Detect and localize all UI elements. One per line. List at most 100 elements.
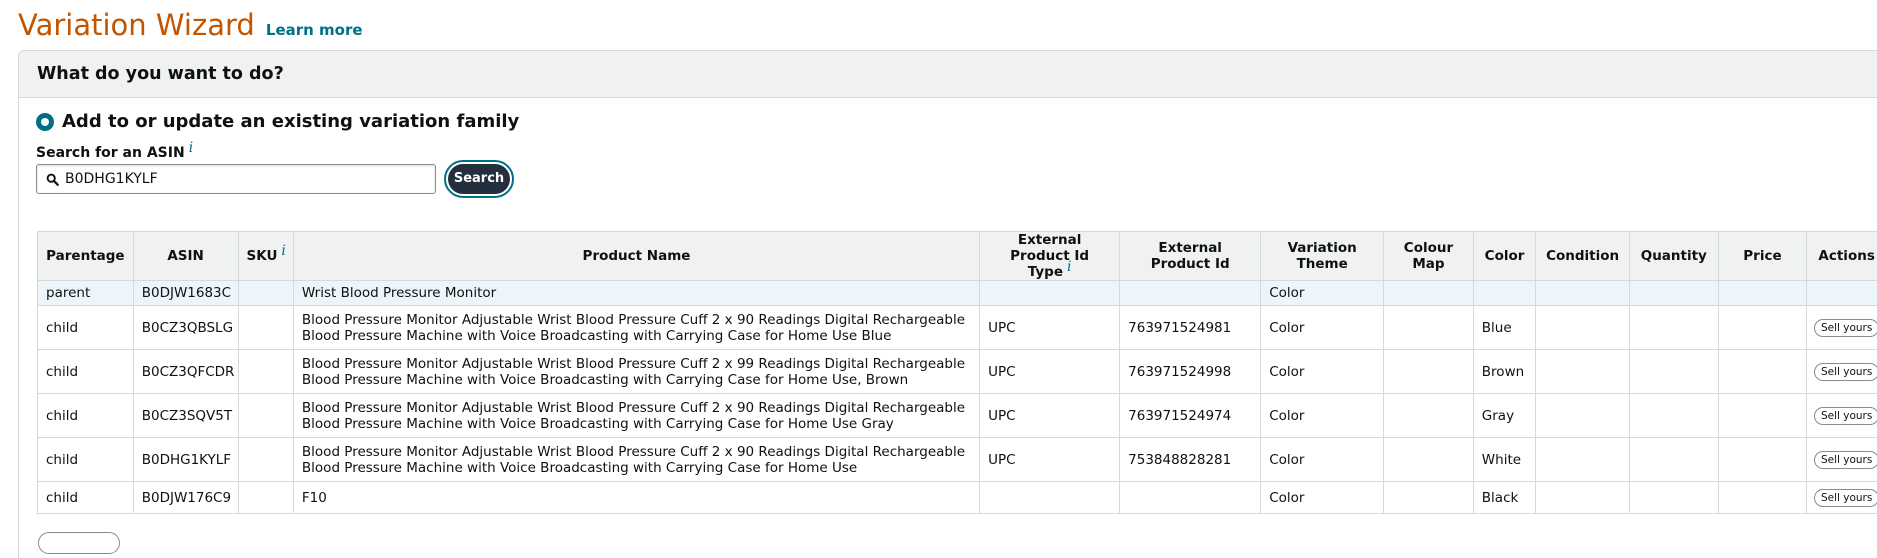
cell-quantity bbox=[1629, 482, 1718, 514]
cell-colour-map bbox=[1384, 281, 1474, 306]
info-icon[interactable]: i bbox=[189, 140, 193, 156]
col-product-name: Product Name bbox=[293, 232, 979, 281]
cell-variation-theme: Color bbox=[1261, 306, 1384, 350]
cell-color: Gray bbox=[1473, 394, 1535, 438]
table-header-row: Parentage ASIN SKUi Product Name Externa… bbox=[38, 232, 1877, 281]
cell-product-name: Wrist Blood Pressure Monitor bbox=[293, 281, 979, 306]
cell-variation-theme: Color bbox=[1261, 438, 1384, 482]
cell-parentage: child bbox=[38, 350, 134, 394]
cell-color: White bbox=[1473, 438, 1535, 482]
cell-external-id-type bbox=[980, 281, 1120, 306]
cell-asin: B0CZ3QBSLG bbox=[133, 306, 238, 350]
external-id-type-info-icon[interactable]: i bbox=[1067, 259, 1071, 275]
cell-price bbox=[1718, 306, 1807, 350]
cell-product-name: Blood Pressure Monitor Adjustable Wrist … bbox=[293, 438, 979, 482]
cell-quantity bbox=[1629, 350, 1718, 394]
col-sku: SKUi bbox=[238, 232, 293, 281]
cell-external-id bbox=[1120, 281, 1261, 306]
cell-color: Brown bbox=[1473, 350, 1535, 394]
cell-asin: B0DJW1683C bbox=[133, 281, 238, 306]
col-external-id: External Product Id bbox=[1120, 232, 1261, 281]
cell-quantity bbox=[1629, 281, 1718, 306]
cell-colour-map bbox=[1384, 394, 1474, 438]
add-button-partial[interactable] bbox=[38, 532, 120, 554]
table-row: parent B0DJW1683C Wrist Blood Pressure M… bbox=[38, 281, 1877, 306]
cell-sku bbox=[238, 306, 293, 350]
col-colour-map: Colour Map bbox=[1384, 232, 1474, 281]
cell-variation-theme: Color bbox=[1261, 281, 1384, 306]
cell-product-name: Blood Pressure Monitor Adjustable Wrist … bbox=[293, 350, 979, 394]
cell-condition bbox=[1536, 394, 1630, 438]
cell-asin: B0DHG1KYLF bbox=[133, 438, 238, 482]
col-condition: Condition bbox=[1536, 232, 1630, 281]
asin-search-field[interactable] bbox=[36, 164, 436, 194]
page-title: Variation Wizard bbox=[18, 8, 255, 42]
cell-parentage: child bbox=[38, 394, 134, 438]
cell-sku bbox=[238, 281, 293, 306]
cell-price bbox=[1718, 281, 1807, 306]
col-variation-theme: Variation Theme bbox=[1261, 232, 1384, 281]
sell-yours-button[interactable]: Sell yours bbox=[1814, 489, 1877, 507]
existing-family-radio-label[interactable]: Add to or update an existing variation f… bbox=[62, 111, 519, 132]
cell-price bbox=[1718, 394, 1807, 438]
table-row: child B0CZ3QBSLG Blood Pressure Monitor … bbox=[38, 306, 1877, 350]
question-panel-header: What do you want to do? bbox=[18, 50, 1877, 98]
col-price: Price bbox=[1718, 232, 1807, 281]
cell-variation-theme: Color bbox=[1261, 482, 1384, 514]
cell-variation-theme: Color bbox=[1261, 350, 1384, 394]
table-row: child B0CZ3QFCDR Blood Pressure Monitor … bbox=[38, 350, 1877, 394]
cell-parentage: child bbox=[38, 482, 134, 514]
cell-external-id-type: UPC bbox=[980, 350, 1120, 394]
cell-colour-map bbox=[1384, 306, 1474, 350]
cell-external-id: 763971524974 bbox=[1120, 394, 1261, 438]
sell-yours-button[interactable]: Sell yours bbox=[1814, 451, 1877, 469]
learn-more-link[interactable]: Learn more bbox=[266, 21, 363, 39]
sell-yours-button[interactable]: Sell yours bbox=[1814, 363, 1877, 381]
cell-asin: B0CZ3QFCDR bbox=[133, 350, 238, 394]
cell-actions: Sell yours bbox=[1807, 394, 1877, 438]
cell-sku bbox=[238, 394, 293, 438]
cell-external-id-type: UPC bbox=[980, 394, 1120, 438]
cell-colour-map bbox=[1384, 482, 1474, 514]
variation-table: Parentage ASIN SKUi Product Name Externa… bbox=[37, 231, 1877, 514]
cell-actions: Sell yours bbox=[1807, 438, 1877, 482]
cell-asin: B0CZ3SQV5T bbox=[133, 394, 238, 438]
cell-parentage: child bbox=[38, 438, 134, 482]
cell-quantity bbox=[1629, 394, 1718, 438]
cell-color bbox=[1473, 281, 1535, 306]
sell-yours-button[interactable]: Sell yours bbox=[1814, 319, 1877, 337]
cell-parentage: child bbox=[38, 306, 134, 350]
question-heading: What do you want to do? bbox=[37, 64, 284, 84]
cell-quantity bbox=[1629, 438, 1718, 482]
asin-search-input[interactable] bbox=[65, 168, 425, 190]
existing-family-radio[interactable] bbox=[36, 113, 54, 131]
col-asin: ASIN bbox=[133, 232, 238, 281]
search-icon bbox=[46, 173, 59, 186]
cell-external-id: 763971524981 bbox=[1120, 306, 1261, 350]
cell-condition bbox=[1536, 281, 1630, 306]
cell-price bbox=[1718, 482, 1807, 514]
cell-colour-map bbox=[1384, 438, 1474, 482]
col-external-id-type: External Product Id Typei bbox=[980, 232, 1120, 281]
cell-external-id-type bbox=[980, 482, 1120, 514]
cell-variation-theme: Color bbox=[1261, 394, 1384, 438]
cell-actions: Sell yours bbox=[1807, 350, 1877, 394]
col-external-id-type-label: External Product Id Type bbox=[1010, 232, 1089, 280]
cell-condition bbox=[1536, 350, 1630, 394]
cell-asin: B0DJW176C9 bbox=[133, 482, 238, 514]
cell-product-name: Blood Pressure Monitor Adjustable Wrist … bbox=[293, 306, 979, 350]
sell-yours-button[interactable]: Sell yours bbox=[1814, 407, 1877, 425]
sku-info-icon[interactable]: i bbox=[281, 243, 285, 259]
cell-actions: Sell yours bbox=[1807, 482, 1877, 514]
cell-sku bbox=[238, 350, 293, 394]
cell-color: Black bbox=[1473, 482, 1535, 514]
table-row: child B0DHG1KYLF Blood Pressure Monitor … bbox=[38, 438, 1877, 482]
cell-quantity bbox=[1629, 306, 1718, 350]
cell-condition bbox=[1536, 482, 1630, 514]
cell-external-id-type: UPC bbox=[980, 438, 1120, 482]
search-button[interactable]: Search bbox=[444, 160, 514, 198]
cell-product-name: F10 bbox=[293, 482, 979, 514]
cell-external-id bbox=[1120, 482, 1261, 514]
cell-external-id-type: UPC bbox=[980, 306, 1120, 350]
cell-condition bbox=[1536, 306, 1630, 350]
